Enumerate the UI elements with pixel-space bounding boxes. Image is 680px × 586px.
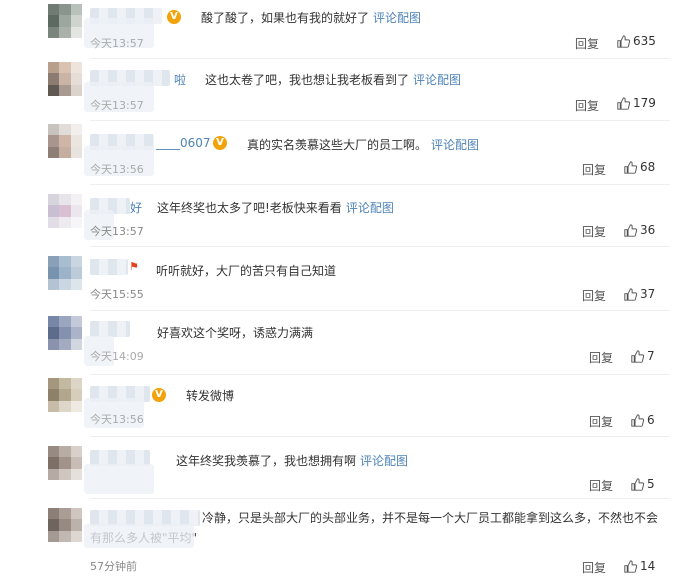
like-count: 68 <box>640 160 656 174</box>
like-count: 14 <box>640 559 656 573</box>
thumbs-up-icon <box>624 160 637 174</box>
comment-text: 听听就好，大厂的苦只有自己知道 <box>156 262 336 279</box>
thumbs-up-icon <box>631 349 644 363</box>
like-button[interactable]: 68 <box>624 160 655 174</box>
avatar[interactable] <box>48 4 82 38</box>
comment-time: 今天13:56 <box>90 163 144 176</box>
verified-v-badge-icon: V <box>152 388 166 402</box>
comment-text: 好喜欢这个奖呀，诱惑力满满 <box>157 324 313 341</box>
comment-time: 57分钟前 <box>90 560 137 573</box>
comment-body: 这也太卷了吧，我也想让我老板看到了 <box>205 73 410 87</box>
comment-body: 酸了酸了，如果也有我的就好了 <box>201 11 370 25</box>
separator <box>90 58 670 59</box>
thumbs-up-icon <box>624 559 637 573</box>
comment-time: 今天13:57 <box>90 225 144 238</box>
comment-time: 今天13:57 <box>90 99 144 112</box>
reply-button[interactable]: 回复 <box>582 559 606 576</box>
time-blur <box>84 464 154 494</box>
separator <box>90 184 670 185</box>
reply-button[interactable]: 回复 <box>582 287 606 304</box>
separator <box>90 120 670 121</box>
comment-text: 这年终奖我羡慕了，我也想拥有啊 评论配图 <box>176 452 408 469</box>
like-button[interactable]: 36 <box>624 223 655 237</box>
reply-button[interactable]: 回复 <box>589 413 613 430</box>
thumbs-up-icon <box>617 96 630 110</box>
separator <box>90 436 670 437</box>
like-count: 7 <box>647 349 655 363</box>
red-flag-icon: ⚑ <box>129 260 139 273</box>
comment-body: 听听就好，大厂的苦只有自己知道 <box>156 264 337 278</box>
comment-text: 这也太卷了吧，我也想让我老板看到了 评论配图 <box>205 71 461 88</box>
comment-time: 今天14:09 <box>90 350 144 363</box>
like-button[interactable]: 5 <box>631 477 655 491</box>
comment-body: 好喜欢这个奖呀，诱惑力满满 <box>157 326 314 340</box>
reply-button[interactable]: 回复 <box>575 35 599 52</box>
avatar[interactable] <box>48 316 82 350</box>
avatar[interactable] <box>48 124 82 158</box>
like-button[interactable]: 179 <box>617 96 656 110</box>
comment-time: 今天13:57 <box>90 37 144 50</box>
comment-body: 这年终奖我羡慕了，我也想拥有啊 <box>176 454 357 468</box>
comment-time: 今天13:56 <box>90 413 144 426</box>
comment-image-link[interactable]: 评论配图 <box>413 73 461 87</box>
thumbs-up-icon <box>631 413 644 427</box>
comment-text: 这年终奖也太多了吧!老板快来看看 评论配图 <box>157 199 394 216</box>
comment-text: 转发微博 <box>186 387 234 404</box>
username[interactable]: ____0607 <box>156 136 211 150</box>
reply-button[interactable]: 回复 <box>582 161 606 178</box>
like-count: 635 <box>633 34 656 48</box>
verified-v-badge-icon: V <box>213 136 227 150</box>
like-count: 6 <box>647 413 655 427</box>
like-button[interactable]: 37 <box>624 287 655 301</box>
thumbs-up-icon <box>631 477 644 491</box>
avatar[interactable] <box>48 378 82 412</box>
like-button[interactable]: 14 <box>624 559 655 573</box>
username-blurred <box>90 259 128 275</box>
avatar[interactable] <box>48 508 82 542</box>
reply-button[interactable]: 回复 <box>589 349 613 366</box>
like-count: 36 <box>640 223 656 237</box>
separator <box>90 246 670 247</box>
comment-image-link[interactable]: 评论配图 <box>346 201 394 215</box>
username[interactable]: 啦 <box>174 71 186 88</box>
separator <box>90 310 670 311</box>
separator <box>90 374 670 375</box>
avatar[interactable] <box>48 446 82 480</box>
reply-button[interactable]: 回复 <box>575 97 599 114</box>
like-count: 37 <box>640 287 656 301</box>
comment-image-link[interactable]: 评论配图 <box>431 138 479 152</box>
comment-body: 转发微博 <box>186 389 235 403</box>
separator <box>90 498 670 499</box>
username[interactable]: 好 <box>130 199 142 216</box>
comment-image-link[interactable]: 评论配图 <box>360 454 408 468</box>
verified-v-badge-icon: V <box>167 10 181 24</box>
comment-body: 真的实名羡慕这些大厂的员工啊。 <box>247 138 428 152</box>
comment-image-link[interactable]: 评论配图 <box>373 11 421 25</box>
comment-text: 酸了酸了，如果也有我的就好了 评论配图 <box>201 9 421 26</box>
like-button[interactable]: 7 <box>631 349 655 363</box>
comment-body: 这年终奖也太多了吧!老板快来看看 <box>157 201 342 215</box>
comment-text: 真的实名羡慕这些大厂的员工啊。 评论配图 <box>247 136 479 153</box>
thumbs-up-icon <box>624 223 637 237</box>
thumbs-up-icon <box>617 34 630 48</box>
thumbs-up-icon <box>624 287 637 301</box>
reply-button[interactable]: 回复 <box>589 477 613 494</box>
avatar[interactable] <box>48 194 82 228</box>
reply-button[interactable]: 回复 <box>582 223 606 240</box>
avatar[interactable] <box>48 62 82 96</box>
text-blur <box>84 524 194 548</box>
username-blurred <box>90 321 130 337</box>
like-count: 5 <box>647 477 655 491</box>
like-button[interactable]: 635 <box>617 34 656 48</box>
avatar[interactable] <box>48 256 82 290</box>
comment-time: 今天15:55 <box>90 288 144 301</box>
like-count: 179 <box>633 96 656 110</box>
like-button[interactable]: 6 <box>631 413 655 427</box>
